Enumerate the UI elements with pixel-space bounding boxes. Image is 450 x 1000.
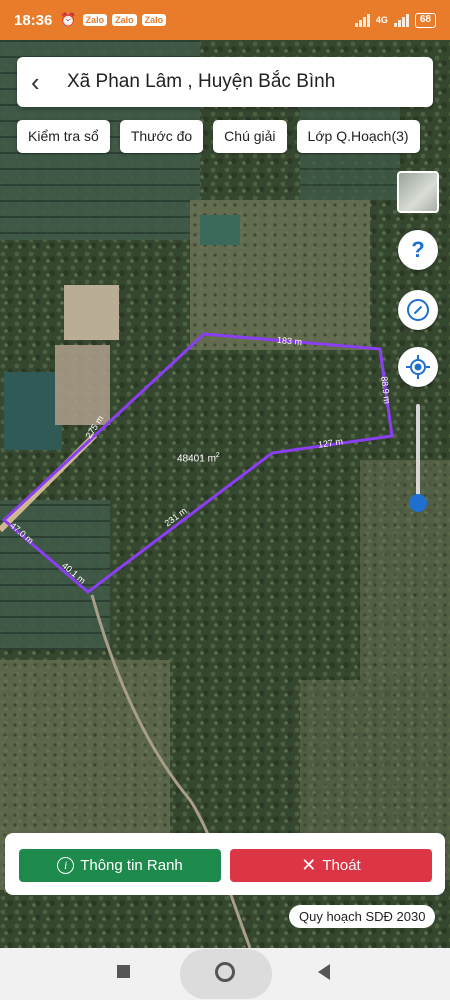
parcel-info-label: Thông tin Ranh <box>80 857 183 874</box>
my-location-icon <box>406 355 430 379</box>
parcel-area-label: 48401 m2 <box>177 452 220 465</box>
signal-icon <box>393 13 409 27</box>
network-type: 4G <box>375 15 388 25</box>
zalo-notification-icon: Zalo <box>82 14 108 26</box>
toolbar: Kiểm tra sổ Thước đo Chú giải Lớp Q.Hoạc… <box>17 120 420 153</box>
alarm-icon: ⏰ <box>60 12 77 27</box>
info-icon: i <box>57 857 75 874</box>
exit-label: Thoát <box>322 857 361 874</box>
satellite-map[interactable] <box>0 40 450 948</box>
back-icon[interactable] <box>318 964 330 980</box>
home-icon <box>215 962 235 982</box>
measure-button[interactable]: Thước đo <box>119 120 204 153</box>
recent-apps-icon[interactable] <box>117 965 130 978</box>
action-panel: i Thông tin Ranh ✕ Thoát <box>5 833 445 895</box>
help-icon: ? <box>411 237 425 262</box>
location-header: ‹ Xã Phan Lâm , Huyện Bắc Bình <box>17 57 433 107</box>
help-button[interactable]: ? <box>398 230 438 270</box>
system-nav-bar <box>0 948 450 1000</box>
close-icon: ✕ <box>301 855 317 875</box>
zalo-notification-icon: Zalo <box>141 14 167 26</box>
chevron-left-icon[interactable]: ‹ <box>31 69 53 95</box>
planning-layer-label[interactable]: Quy hoạch SDĐ 2030 <box>289 905 436 928</box>
legend-button[interactable]: Chú giải <box>213 120 287 153</box>
compass-icon <box>407 299 429 321</box>
area-unit-superscript: 2 <box>215 452 220 459</box>
exit-button[interactable]: ✕ Thoát <box>230 849 432 882</box>
check-certificate-button[interactable]: Kiểm tra sổ <box>17 120 110 153</box>
signal-icon <box>354 13 370 27</box>
status-bar: 18:36 ⏰ Zalo Zalo Zalo 4G 68 <box>0 0 450 40</box>
locate-button[interactable] <box>398 347 438 387</box>
page-title: Xã Phan Lâm , Huyện Bắc Bình <box>67 71 336 92</box>
map-layer-icon[interactable] <box>397 171 439 213</box>
battery-icon: 68 <box>414 12 436 28</box>
zoom-slider-track[interactable] <box>416 404 420 508</box>
edge-label: 183 m <box>276 334 303 348</box>
parcel-info-button[interactable]: i Thông tin Ranh <box>19 849 221 882</box>
zoom-slider-handle[interactable] <box>409 493 427 512</box>
planning-layer-button[interactable]: Lớp Q.Hoạch(3) <box>296 120 420 153</box>
zalo-notification-icon: Zalo <box>112 14 137 26</box>
compass-button[interactable] <box>398 290 438 330</box>
status-time: 18:36 <box>14 11 53 29</box>
